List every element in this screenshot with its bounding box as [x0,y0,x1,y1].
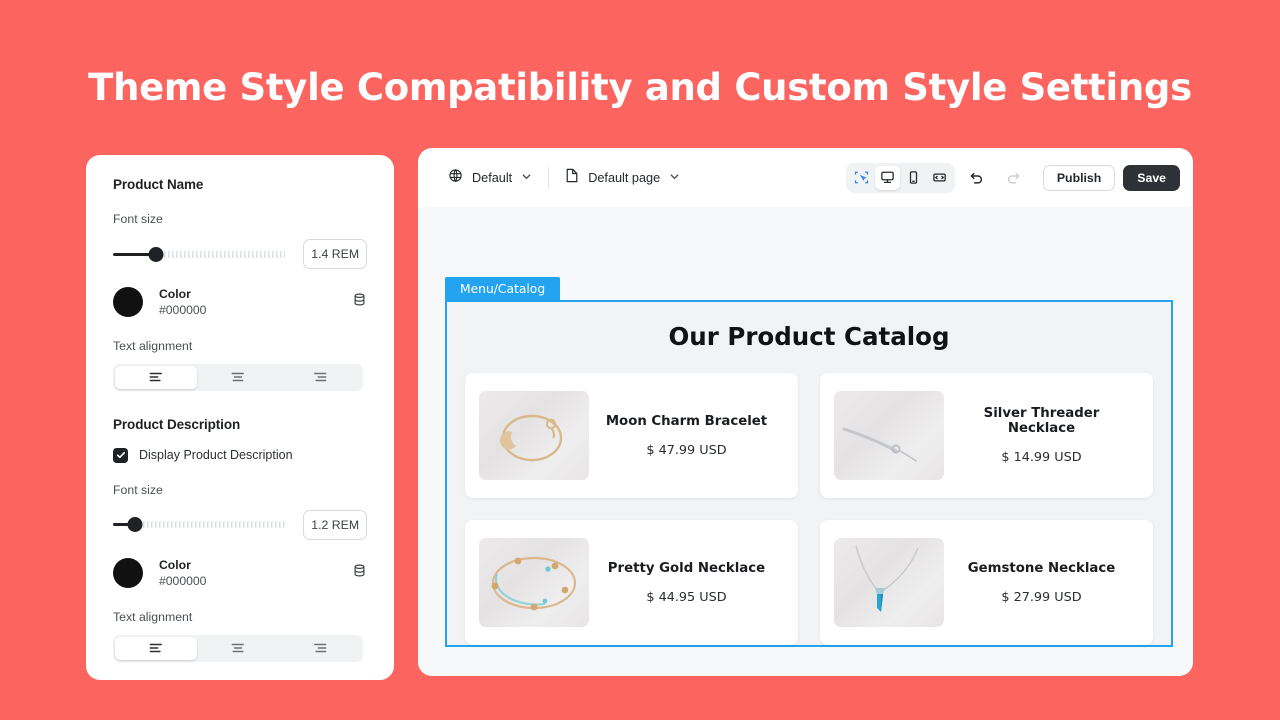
product-grid: Moon Charm Bracelet $ 47.99 USD Silver T… [447,351,1171,645]
product-price: $ 14.99 USD [1001,450,1082,465]
save-button[interactable]: Save [1123,164,1180,191]
text-alignment-label: Text alignment [113,338,193,353]
editor-toolbar: Default Default page Publish Save [418,148,1193,207]
device-preview-group [845,162,955,193]
editor-canvas: Menu/Catalog Our Product Catalog Moon Ch… [418,207,1193,676]
align-left-icon[interactable] [115,365,197,389]
color-row: Color #000000 [113,286,367,319]
page-icon [565,168,579,188]
color-value: #000000 [159,574,207,589]
database-icon[interactable] [352,563,367,583]
locale-label: Default [472,170,513,185]
color-label: Color [159,287,191,301]
text-alignment-label: Text alignment [113,609,193,624]
resize-horizontal-icon[interactable] [927,166,952,190]
align-center-icon[interactable] [197,366,279,389]
font-size-slider[interactable] [113,517,286,533]
color-swatch[interactable] [113,287,143,318]
database-icon[interactable] [352,292,367,312]
product-price: $ 27.99 USD [1001,589,1082,605]
toolbar-actions: Publish Save [845,162,1180,193]
group-title: Product Name [113,177,204,192]
product-card[interactable]: Pretty Gold Necklace $ 44.95 USD [465,520,798,645]
product-name: Moon Charm Bracelet [605,413,768,429]
desktop-icon[interactable] [874,165,900,190]
align-left-icon[interactable] [115,636,197,660]
redo-button[interactable] [999,164,1027,192]
font-size-input[interactable]: 1.2 REM [303,509,367,540]
mobile-icon[interactable] [901,166,926,190]
selected-section-frame[interactable]: Our Product Catalog Moon Charm Bracelet [445,300,1173,647]
align-right-icon[interactable] [279,637,361,660]
undo-button[interactable] [963,164,991,192]
product-name: Gemstone Necklace [967,560,1116,576]
color-row: Color #000000 [113,557,367,590]
locale-selector[interactable]: Default [448,168,532,188]
font-size-label: Font size [113,482,163,497]
product-price: $ 47.99 USD [646,442,727,458]
settings-group-product-description: Product Description Display Product Desc… [113,417,367,662]
align-right-icon[interactable] [279,366,361,389]
page-editor-panel: Default Default page Publish Save Menu/C… [418,148,1193,676]
select-region-icon[interactable] [849,166,874,190]
align-center-icon[interactable] [197,637,279,660]
catalog-heading: Our Product Catalog [668,322,950,351]
color-value: #000000 [159,303,207,318]
font-size-input[interactable]: 1.4 REM [303,239,367,269]
product-image-moon-charm-bracelet [479,391,589,480]
display-description-checkbox[interactable] [113,447,128,463]
product-card[interactable]: Silver Threader Necklace $ 14.99 USD [820,373,1153,498]
settings-group-product-name: Product Name Font size 1.4 REM Color #00… [113,177,367,391]
product-image-silver-threader-necklace [834,391,944,480]
page-label: Default page [588,170,661,185]
color-swatch[interactable] [113,558,143,589]
page-title: Theme Style Compatibility and Custom Sty… [88,66,1192,109]
display-description-label: Display Product Description [139,448,293,463]
product-card[interactable]: Moon Charm Bracelet $ 47.99 USD [465,373,798,498]
font-size-slider[interactable] [113,246,286,262]
globe-icon [448,168,463,188]
chevron-down-icon [669,169,680,187]
style-settings-panel: Product Name Font size 1.4 REM Color #00… [86,155,394,680]
font-size-slider-row: 1.4 REM [113,239,367,269]
product-price: $ 44.95 USD [646,589,727,605]
section-tab-menu-catalog[interactable]: Menu/Catalog [445,277,561,300]
product-name: Silver Threader Necklace [983,406,1100,436]
color-label: Color [159,557,191,572]
publish-button[interactable]: Publish [1042,164,1116,191]
chevron-down-icon [521,169,532,187]
product-card[interactable]: Gemstone Necklace $ 27.99 USD [820,520,1153,645]
product-image-gemstone-necklace [834,538,944,627]
page-selector[interactable]: Default page [565,168,680,188]
text-alignment-control [113,634,363,662]
product-image-pretty-gold-necklace [479,538,589,627]
toolbar-divider [548,166,550,189]
display-description-row[interactable]: Display Product Description [113,447,367,463]
font-size-label: Font size [113,212,163,226]
text-alignment-control [113,363,363,391]
group-title: Product Description [113,416,241,432]
font-size-slider-row: 1.2 REM [113,509,367,540]
product-name: Pretty Gold Necklace [607,560,766,576]
